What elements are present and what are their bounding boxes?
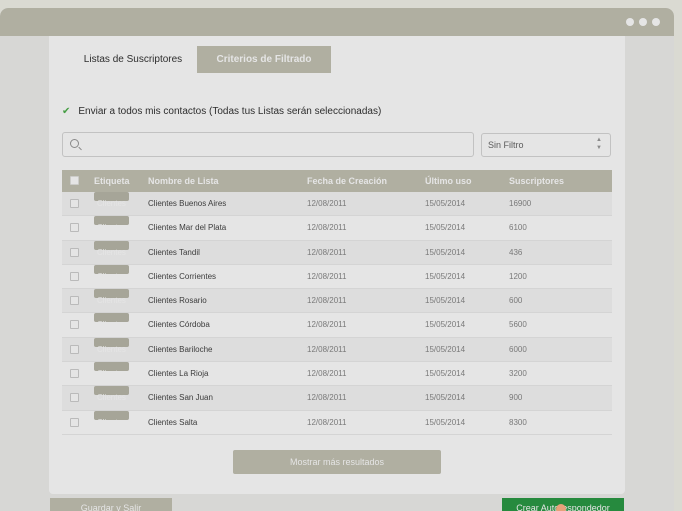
last-used-date: 15/05/2014 xyxy=(425,199,466,208)
filter-selected-value: Sin Filtro xyxy=(488,140,524,150)
subscriber-count: 8300 xyxy=(509,417,527,427)
table-row[interactable]: Clientes Clientes Bariloche 12/08/2011 15/0… xyxy=(62,337,612,363)
table-row[interactable]: Clientes Clientes Salta 12/08/2011 15/05/20… xyxy=(62,410,612,435)
tag-badge: Clientes xyxy=(94,240,129,257)
subscriber-count: 16900 xyxy=(509,199,532,208)
list-name: Clientes La Rioja xyxy=(148,369,209,379)
window-titlebar xyxy=(0,8,674,36)
list-name: Clientes Corrientes xyxy=(148,271,217,281)
creation-date: 12/08/2011 xyxy=(307,417,347,427)
column-header-suscriptores[interactable]: Suscriptores xyxy=(509,170,564,192)
subscriber-count: 600 xyxy=(509,296,523,306)
row-checkbox[interactable] xyxy=(70,369,79,379)
creation-date: 12/08/2011 xyxy=(307,271,347,281)
search-input[interactable] xyxy=(85,136,465,153)
table-body: Clientes Clientes Buenos Aires 12/08/2011 1… xyxy=(62,192,612,435)
search-icon xyxy=(70,139,79,148)
table-header: Etiqueta Nombre de Lista Fecha de Creaci… xyxy=(62,170,612,192)
subscriber-count: 5600 xyxy=(509,320,527,330)
column-header-fecha[interactable]: Fecha de Creación xyxy=(307,170,387,192)
tag-badge: Clientes xyxy=(94,337,129,354)
last-used-date: 15/05/2014 xyxy=(425,247,466,257)
filter-select[interactable]: Sin Filtro ▲ ▼ xyxy=(481,133,611,157)
creation-date: 12/08/2011 xyxy=(307,369,347,379)
row-checkbox[interactable] xyxy=(70,247,79,257)
last-used-date: 15/05/2014 xyxy=(425,393,466,403)
subscriber-count: 6000 xyxy=(509,344,527,354)
tag-badge: Clientes xyxy=(94,192,129,208)
lists-panel: Listas de Suscriptores Criterios de Filt… xyxy=(49,36,625,494)
subscriber-count: 6100 xyxy=(509,223,527,233)
show-more-button[interactable]: Mostrar más resultados xyxy=(233,450,441,474)
row-checkbox[interactable] xyxy=(70,271,79,281)
tab-criterios-de-filtrado[interactable]: Criterios de Filtrado xyxy=(197,46,331,73)
creation-date: 12/08/2011 xyxy=(307,393,347,403)
last-used-date: 15/05/2014 xyxy=(425,271,466,281)
row-checkbox[interactable] xyxy=(70,393,79,403)
row-checkbox[interactable] xyxy=(70,223,79,233)
select-all-checkbox[interactable] xyxy=(70,176,79,185)
row-checkbox[interactable] xyxy=(70,296,79,306)
creation-date: 12/08/2011 xyxy=(307,247,347,257)
creation-date: 12/08/2011 xyxy=(307,296,347,306)
list-name: Clientes Bariloche xyxy=(148,344,213,354)
send-all-option[interactable]: ✔ Enviar a todos mis contactos (Todas tus… xyxy=(62,105,381,119)
save-and-exit-button[interactable]: Guardar y Salir xyxy=(50,498,172,511)
tag-badge: Clientes xyxy=(94,264,129,281)
tag-badge: Clientes xyxy=(94,289,129,305)
row-checkbox[interactable] xyxy=(70,320,79,330)
checkmark-icon[interactable]: ✔ xyxy=(62,106,70,117)
creation-date: 12/08/2011 xyxy=(307,320,347,330)
subscriber-count: 436 xyxy=(509,247,523,257)
tag-badge: Clientes xyxy=(94,216,129,232)
send-all-label: Enviar a todos mis contactos (Todas tus … xyxy=(78,106,382,117)
window-dot-icon[interactable] xyxy=(652,18,660,26)
lists-table: Etiqueta Nombre de Lista Fecha de Creaci… xyxy=(62,170,612,435)
row-checkbox[interactable] xyxy=(70,199,79,208)
list-name: Clientes Córdoba xyxy=(148,320,210,330)
list-name: Clientes Salta xyxy=(148,417,198,427)
last-used-date: 15/05/2014 xyxy=(425,296,466,306)
list-name: Clientes Tandil xyxy=(148,247,200,257)
column-header-ultimo-uso[interactable]: Último uso xyxy=(425,170,472,192)
table-row[interactable]: Clientes Clientes Mar del Plata 12/08/2011… xyxy=(62,216,612,241)
table-row[interactable]: Clientes Clientes Corrientes 12/08/2011 15/… xyxy=(62,264,612,290)
table-row[interactable]: Clientes Clientes Rosario 12/08/2011 15/05/… xyxy=(62,289,612,314)
creation-date: 12/08/2011 xyxy=(307,223,347,233)
last-used-date: 15/05/2014 xyxy=(425,369,466,379)
subscriber-count: 3200 xyxy=(509,369,527,379)
last-used-date: 15/05/2014 xyxy=(425,417,466,427)
table-row[interactable]: Clientes Clientes Córdoba 12/08/2011 15/05/… xyxy=(62,313,612,338)
table-row[interactable]: Clientes Clientes La Rioja 12/08/2011 15/05… xyxy=(62,362,612,387)
window-dot-icon[interactable] xyxy=(626,18,634,26)
table-row[interactable]: Clientes Clientes San Juan 12/08/2011 15/05… xyxy=(62,386,612,411)
last-used-date: 15/05/2014 xyxy=(425,344,466,354)
list-name: Clientes San Juan xyxy=(148,393,213,403)
tag-badge: Clientes xyxy=(94,410,129,427)
cursor-icon xyxy=(556,504,566,511)
subscriber-count: 900 xyxy=(509,393,523,403)
list-name: Clientes Rosario xyxy=(148,296,207,306)
table-row[interactable]: Clientes Clientes Buenos Aires 12/08/2011 1… xyxy=(62,192,612,217)
tag-badge: Clientes xyxy=(94,313,129,329)
table-row[interactable]: Clientes Clientes Tandil 12/08/2011 15/05/2… xyxy=(62,240,612,265)
creation-date: 12/08/2011 xyxy=(307,344,347,354)
last-used-date: 15/05/2014 xyxy=(425,223,466,233)
list-name: Clientes Mar del Plata xyxy=(148,223,227,233)
select-arrows-icon: ▲ ▼ xyxy=(596,137,602,151)
window-dot-icon[interactable] xyxy=(639,18,647,26)
app-window: Listas de Suscriptores Criterios de Filt… xyxy=(0,8,674,511)
list-name: Clientes Buenos Aires xyxy=(148,199,227,208)
creation-date: 12/08/2011 xyxy=(307,199,347,208)
search-box[interactable] xyxy=(62,132,474,157)
row-checkbox[interactable] xyxy=(70,417,79,427)
tag-badge: Clientes xyxy=(94,362,129,378)
tab-listas-de-suscriptores[interactable]: Listas de Suscriptores xyxy=(69,46,197,73)
last-used-date: 15/05/2014 xyxy=(425,320,466,330)
column-header-nombre[interactable]: Nombre de Lista xyxy=(148,170,219,192)
row-checkbox[interactable] xyxy=(70,344,79,354)
subscriber-count: 1200 xyxy=(509,271,527,281)
tag-badge: Clientes xyxy=(94,386,129,402)
column-header-etiqueta[interactable]: Etiqueta xyxy=(94,170,130,192)
